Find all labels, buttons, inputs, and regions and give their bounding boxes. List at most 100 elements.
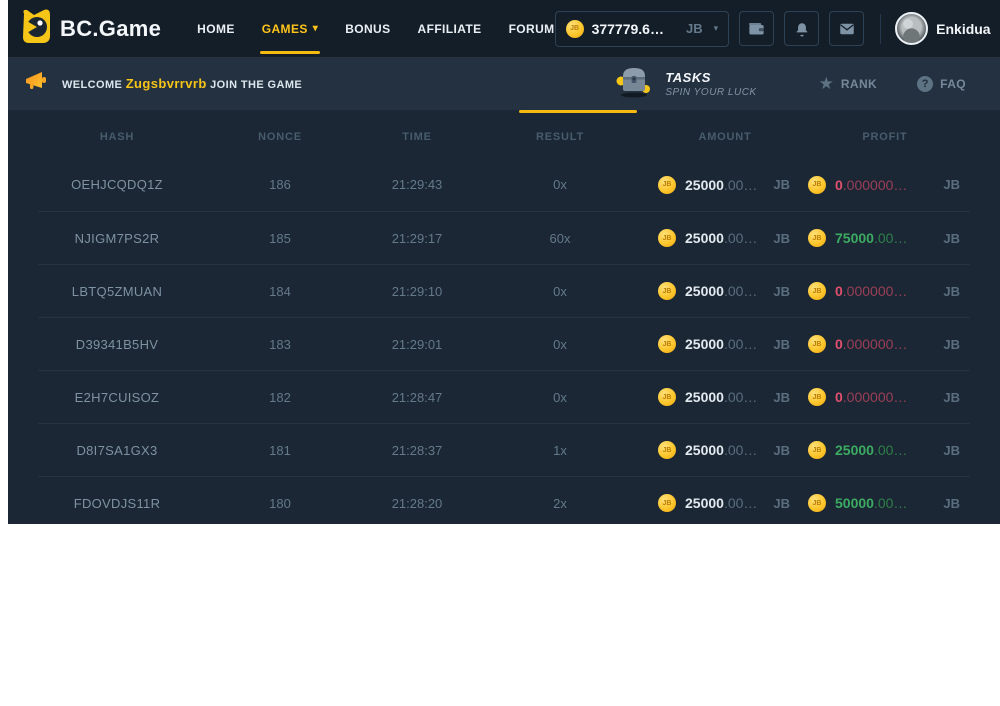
table-row[interactable]: FDOVDJS11R18021:28:202xJB25000.00…JBJB50… <box>38 476 970 524</box>
column-header-nonce: NONCE <box>196 131 364 143</box>
bet-result: 0x <box>470 177 650 192</box>
table-row[interactable]: D8I7SA1GX318121:28:371xJB25000.00…JBJB25… <box>38 423 970 476</box>
nav-item-home[interactable]: HOME <box>197 0 235 57</box>
bet-profit: JB0.000000…JB <box>800 176 970 194</box>
chevron-down-icon: ▾ <box>313 23 318 34</box>
bet-amount: JB25000.00…JB <box>650 494 800 512</box>
vertical-divider <box>880 14 881 44</box>
tasks-title: TASKS <box>665 70 756 85</box>
jb-coin-icon: JB <box>808 176 826 194</box>
bet-amount: JB25000.00…JB <box>650 388 800 406</box>
table-body: OEHJCQDQ1Z18621:29:430xJB25000.00…JBJB0.… <box>38 158 970 524</box>
top-navbar: BC.Game HOME GAMES▾ BONUS AFFILIATE FORUM JB… <box>8 0 1000 57</box>
bet-result: 0x <box>470 284 650 299</box>
bet-result: 1x <box>470 443 650 458</box>
faq-link[interactable]: ? FAQ <box>917 76 966 92</box>
announcement-message: WELCOME Zugsbvrrvrb JOIN THE GAME <box>24 70 302 97</box>
currency-unit: JB <box>943 390 960 405</box>
bet-amount: JB25000.00…JB <box>650 335 800 353</box>
balance-selector[interactable]: JB 377779.6… JB ▾ <box>555 11 730 47</box>
bet-profit: JB25000.00…JB <box>800 441 970 459</box>
bet-nonce: 182 <box>196 390 364 405</box>
bet-hash: FDOVDJS11R <box>38 496 196 511</box>
brand-name: BC.Game <box>60 16 161 42</box>
bet-nonce: 186 <box>196 177 364 192</box>
currency-unit: JB <box>943 231 960 246</box>
rank-link[interactable]: ★ RANK <box>819 75 878 92</box>
nav-item-bonus[interactable]: BONUS <box>345 0 390 57</box>
jb-coin-icon: JB <box>808 494 826 512</box>
nav-menu: HOME GAMES▾ BONUS AFFILIATE FORUM <box>197 0 554 57</box>
notifications-button[interactable] <box>784 11 819 46</box>
jb-coin-icon: JB <box>566 20 584 38</box>
bet-nonce: 185 <box>196 231 364 246</box>
welcome-username: Zugsbvrrvrb <box>126 76 207 91</box>
jb-coin-icon: JB <box>808 335 826 353</box>
jb-coin-icon: JB <box>658 494 676 512</box>
banner-links: TASKS SPIN YOUR LUCK ★ RANK ? FAQ <box>613 64 980 103</box>
bet-result: 2x <box>470 496 650 511</box>
column-header-result: RESULT <box>470 131 650 143</box>
bet-hash: D8I7SA1GX3 <box>38 443 196 458</box>
bet-amount: JB25000.00…JB <box>650 441 800 459</box>
nav-item-forum[interactable]: FORUM <box>509 0 555 57</box>
wallet-icon <box>747 19 766 38</box>
bet-time: 21:28:37 <box>364 443 470 458</box>
bet-nonce: 180 <box>196 496 364 511</box>
bet-time: 21:29:17 <box>364 231 470 246</box>
nav-item-affiliate[interactable]: AFFILIATE <box>418 0 482 57</box>
jb-coin-icon: JB <box>808 441 826 459</box>
currency-unit: JB <box>773 443 790 458</box>
megaphone-icon <box>24 70 48 97</box>
currency-unit: JB <box>773 337 790 352</box>
bet-profit: JB75000.00…JB <box>800 229 970 247</box>
bet-profit: JB0.000000…JB <box>800 282 970 300</box>
jb-coin-icon: JB <box>658 176 676 194</box>
bet-time: 21:29:10 <box>364 284 470 299</box>
messages-button[interactable] <box>829 11 864 46</box>
brand-logo[interactable]: BC.Game <box>18 7 161 50</box>
bet-time: 21:29:01 <box>364 337 470 352</box>
currency-unit: JB <box>773 177 790 192</box>
jb-coin-icon: JB <box>658 335 676 353</box>
user-menu[interactable]: Enkidua ▾ <box>895 12 1000 45</box>
balance-currency: JB <box>686 21 703 36</box>
bet-hash: NJIGM7PS2R <box>38 231 196 246</box>
chevron-down-icon: ▾ <box>714 23 719 34</box>
currency-unit: JB <box>773 284 790 299</box>
avatar <box>895 12 928 45</box>
bc-game-app: BC.Game HOME GAMES▾ BONUS AFFILIATE FORUM JB… <box>8 0 1000 524</box>
bet-profit: JB50000.00…JB <box>800 494 970 512</box>
currency-unit: JB <box>943 337 960 352</box>
bet-time: 21:28:20 <box>364 496 470 511</box>
wallet-button[interactable] <box>739 11 774 46</box>
currency-unit: JB <box>773 390 790 405</box>
table-row[interactable]: LBTQ5ZMUAN18421:29:100xJB25000.00…JBJB0.… <box>38 264 970 317</box>
table-row[interactable]: OEHJCQDQ1Z18621:29:430xJB25000.00…JBJB0.… <box>38 158 970 211</box>
bet-nonce: 183 <box>196 337 364 352</box>
column-header-time: TIME <box>364 131 470 143</box>
table-row[interactable]: NJIGM7PS2R18521:29:1760xJB25000.00…JBJB7… <box>38 211 970 264</box>
table-row[interactable]: E2H7CUISOZ18221:28:470xJB25000.00…JBJB0.… <box>38 370 970 423</box>
question-icon: ? <box>917 76 933 92</box>
user-name: Enkidua <box>936 21 990 37</box>
bet-profit: JB0.000000…JB <box>800 388 970 406</box>
rank-label: RANK <box>841 77 877 91</box>
treasure-chest-icon <box>613 64 655 103</box>
table-header: HASHNONCETIMERESULTAMOUNTPROFIT <box>38 110 970 158</box>
tasks-link[interactable]: TASKS SPIN YOUR LUCK <box>613 64 756 103</box>
nav-right-cluster: JB 377779.6… JB ▾ <box>555 11 1000 47</box>
table-row[interactable]: D39341B5HV18321:29:010xJB25000.00…JBJB0.… <box>38 317 970 370</box>
bc-game-logo-icon <box>18 7 52 50</box>
bet-hash: E2H7CUISOZ <box>38 390 196 405</box>
bet-nonce: 181 <box>196 443 364 458</box>
currency-unit: JB <box>773 496 790 511</box>
bet-hash: OEHJCQDQ1Z <box>38 177 196 192</box>
nav-item-games[interactable]: GAMES▾ <box>262 0 318 57</box>
jb-coin-icon: JB <box>658 441 676 459</box>
currency-unit: JB <box>943 284 960 299</box>
jb-coin-icon: JB <box>808 388 826 406</box>
bet-profit: JB0.000000…JB <box>800 335 970 353</box>
jb-coin-icon: JB <box>658 282 676 300</box>
jb-coin-icon: JB <box>808 282 826 300</box>
